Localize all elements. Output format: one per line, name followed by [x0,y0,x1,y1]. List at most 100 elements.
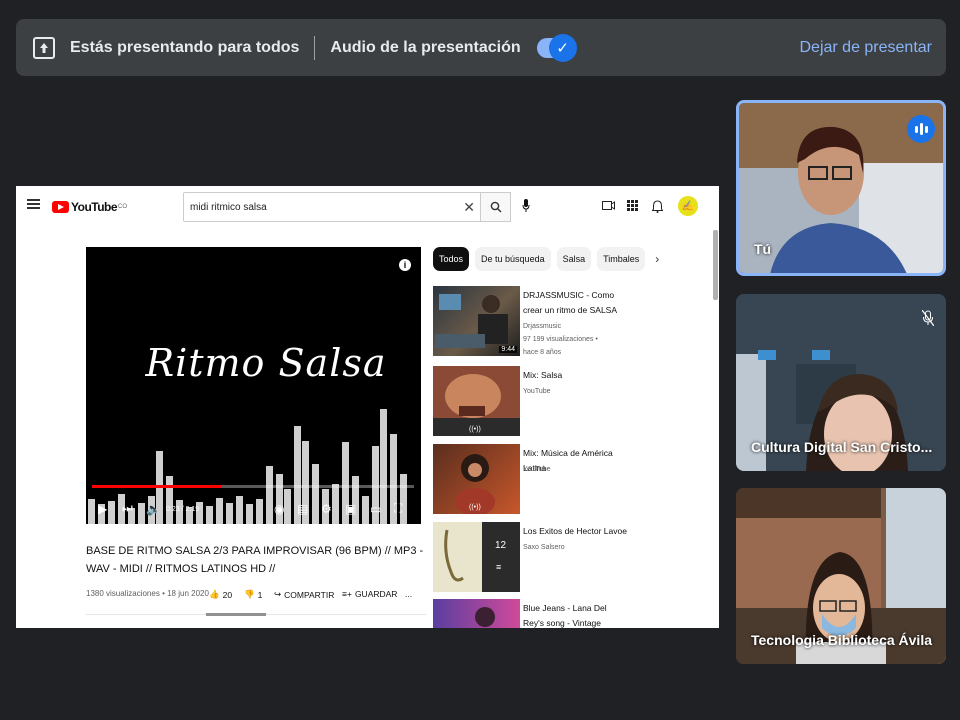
more-label: ... [405,589,413,599]
thumbnail: ((•)) [433,444,520,514]
save-label: GUARDAR [354,589,398,599]
play-icon[interactable]: ▶ [98,502,107,516]
scroll-indicator [206,613,266,616]
apps-grid-icon[interactable] [627,200,638,214]
thumbs-down-icon: 👎 [244,589,255,599]
playlist-icon: ≡ [496,562,502,572]
thumbnail: 12 ≡ [433,522,520,592]
thumbnail [433,599,520,628]
mix-icon: ((•)) [469,426,481,433]
recommendation-item[interactable]: ((•)) Mix: Música de América Latina YouT… [433,444,719,514]
youtube-logo[interactable]: YouTube CO [52,200,127,214]
video-progress-bar[interactable] [92,485,414,488]
chevron-right-icon[interactable]: › [655,252,659,266]
thumbnail: 9:44 [433,286,520,356]
view-count: 97 199 visualizaciones • [523,336,598,343]
video-time: 0:23 / 2:19 [166,506,200,513]
settings-gear-icon[interactable]: ⚙ [321,502,332,516]
channel-name: Drjassmusic [523,323,562,330]
video-player[interactable]: Ritmo Salsa i ▶ ⏭ 🔈 0:23 / 2:19 ◉ ▤ ⚙ ▣ … [86,247,421,524]
youtube-logo-text: YouTube [71,200,118,214]
autoplay-toggle-icon[interactable]: ◉ [274,502,284,516]
miniplayer-icon[interactable]: ▣ [345,502,356,516]
recommendation-title: Los Exitos de Hector Lavoe [523,526,627,536]
participant-tile-self[interactable]: Tú [736,100,946,276]
subtitles-icon[interactable]: ▤ [297,502,308,516]
share-button[interactable]: ↪ COMPARTIR [274,589,334,600]
save-button[interactable]: ≡+ GUARDAR [342,589,397,599]
shared-screen: YouTube CO midi ritmico salsa ✕ ✍ Ritmo … [16,186,719,628]
presentation-audio-label: Audio de la presentación [330,38,521,56]
presenting-status: Estás presentando para todos [70,38,300,56]
user-avatar[interactable]: ✍ [678,196,698,216]
progress-fill [92,485,221,488]
chip-all[interactable]: Todos [433,247,470,271]
upload-date: 18 jun 2020 [167,589,209,598]
recommendation-title: Mix: Salsa [523,370,563,380]
check-icon: ✓ [548,33,577,62]
chip-from-search[interactable]: De tu búsqueda [475,247,551,271]
recommendation-item[interactable]: 12 ≡ Los Exitos de Hector Lavoe Saxo Sal… [433,522,719,592]
channel-name: Saxo Salsero [523,544,565,551]
recommendation-item[interactable]: 9:44 DRJASSMUSIC - Como crear un ritmo d… [433,286,719,356]
next-icon[interactable]: ⏭ [122,501,133,516]
search-button[interactable] [480,193,510,221]
youtube-play-icon [52,201,69,213]
divider [314,35,316,60]
thumbs-up-icon: 👍 [209,589,220,599]
create-video-icon[interactable] [602,200,615,214]
notifications-bell-icon[interactable] [651,200,664,216]
youtube-header: YouTube CO midi ritmico salsa ✕ ✍ [16,186,719,230]
recommendation-item[interactable]: Blue Jeans - Lana Del Rey's song - Vinta… [433,599,719,628]
more-actions-button[interactable]: ... [405,589,412,599]
search-icon [490,201,501,213]
present-screen-icon [33,36,55,59]
channel-name: YouTube [523,388,551,395]
recommendation-item[interactable]: ((•)) Mix: Salsa YouTube [433,366,719,436]
recommendation-title: Blue Jeans - Lana Del Rey's song - Vinta… [523,603,607,628]
save-playlist-icon: ≡+ [342,589,352,599]
like-button[interactable]: 👍 20 [209,589,232,600]
presentation-audio-toggle[interactable]: ✓ [536,33,577,62]
video-meta: 1380 visualizaciones • 18 jun 2020 [86,589,209,598]
search-value: midi ritmico salsa [190,201,267,213]
view-count: 1380 visualizaciones [86,589,160,598]
channel-name: YouTube [523,466,551,473]
like-count: 20 [222,589,233,600]
microphone-muted-icon [921,309,935,329]
participant-name: Cultura Digital San Cristo... [751,439,933,455]
video-duration: 9:44 [499,346,517,353]
menu-icon[interactable] [27,199,40,209]
info-icon[interactable]: i [399,259,411,271]
share-icon: ↪ [274,589,282,599]
clear-search-icon[interactable]: ✕ [463,199,475,216]
participant-tile[interactable]: Tecnologia Biblioteca Ávila [736,488,946,664]
participant-tile[interactable]: Cultura Digital San Cristo... [736,294,946,471]
volume-icon[interactable]: 🔈 [146,502,161,516]
search-input[interactable]: midi ritmico salsa ✕ [183,192,511,222]
thumbnail: ((•)) [433,366,520,436]
participant-name: Tecnologia Biblioteca Ávila [751,632,933,648]
microphone-icon[interactable] [522,199,530,213]
chip-salsa[interactable]: Salsa [556,247,592,271]
playlist-count: 12 [495,540,507,551]
mix-icon: ((•)) [469,504,481,511]
player-controls: ▶ ⏭ 🔈 0:23 / 2:19 ◉ ▤ ⚙ ▣ ▭ ⛶ [86,492,421,524]
stop-presenting-button[interactable]: Dejar de presentar [799,39,932,57]
region-code: CO [118,204,128,210]
share-label: COMPARTIR [284,589,335,600]
theater-mode-icon[interactable]: ▭ [370,502,381,516]
speaking-indicator-icon [907,115,935,143]
presenting-bar: Estás presentando para todos Audio de la… [16,19,946,76]
upload-age: hace 8 años [523,349,562,356]
chip-timbales[interactable]: Timbales [597,247,646,271]
fullscreen-icon[interactable]: ⛶ [394,501,402,516]
filter-chips: Todos De tu búsqueda Salsa Timbales › [433,247,659,271]
video-overlay-title: Ritmo Salsa [145,341,387,385]
video-title: BASE DE RITMO SALSA 2/3 PARA IMPROVISAR … [86,545,424,575]
participant-name: Tú [754,241,772,257]
scrollbar[interactable] [713,230,718,300]
recommendation-title: DRJASSMUSIC - Como crear un ritmo de SAL… [523,290,618,315]
dislike-button[interactable]: 👎 1 [244,589,262,600]
dislike-count: 1 [257,589,263,600]
